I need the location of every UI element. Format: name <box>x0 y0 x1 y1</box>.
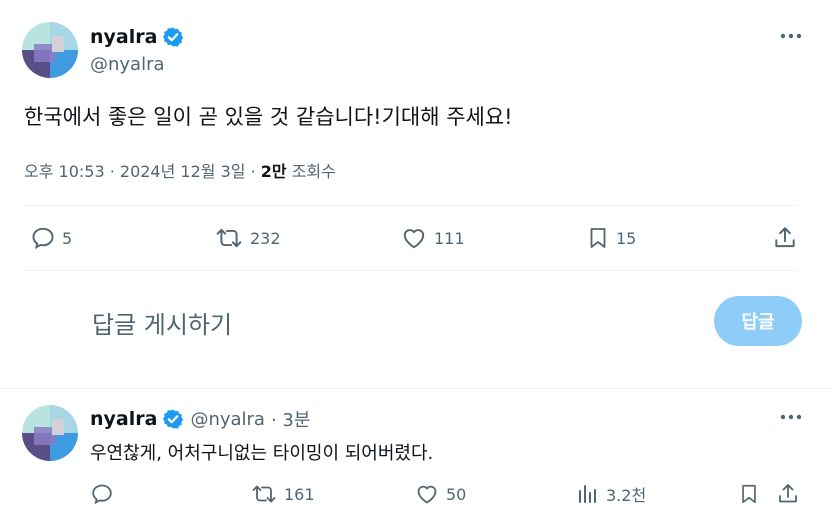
reply-author-handle[interactable]: @nyalra <box>190 409 265 430</box>
reply-button[interactable]: 5 <box>30 225 72 251</box>
reply-icon <box>30 225 56 251</box>
reply-bookmark-button[interactable] <box>738 482 760 506</box>
reply-author-avatar[interactable] <box>22 405 78 461</box>
share-icon <box>776 482 800 506</box>
views-label: 조회수 <box>291 162 336 181</box>
bookmark-icon <box>738 482 760 506</box>
retweet-icon <box>214 225 244 251</box>
reply-icon <box>90 482 114 506</box>
like-count: 111 <box>434 228 465 248</box>
reply-input[interactable]: 답글 게시하기 <box>92 305 232 340</box>
retweet-icon <box>250 482 278 506</box>
divider <box>22 270 798 271</box>
divider <box>22 205 798 206</box>
bookmark-count: 15 <box>616 228 637 248</box>
reply-author-name[interactable]: nyalra <box>90 408 157 430</box>
reply-reply-button[interactable] <box>90 482 114 506</box>
views-count: 2만 <box>260 162 287 181</box>
reply-like-button[interactable]: 50 <box>414 482 466 506</box>
more-icon[interactable] <box>776 405 806 429</box>
reply-submit-button[interactable]: 답글 <box>714 296 802 346</box>
tweet-text: 한국에서 좋은 일이 곧 있을 것 같습니다!기대해 주세요! <box>24 105 513 129</box>
reply-text: 우연찮게, 어처구니없는 타이밍이 되어버렸다. <box>90 443 434 464</box>
meta-separator: · <box>245 162 261 181</box>
bookmark-button[interactable]: 15 <box>586 225 636 251</box>
reply-retweet-count: 161 <box>284 484 315 504</box>
author-name[interactable]: nyalra <box>90 26 157 48</box>
reply-share-button[interactable] <box>776 482 800 506</box>
author-handle[interactable]: @nyalra <box>90 54 165 75</box>
retweet-count: 232 <box>250 228 281 248</box>
like-button[interactable]: 111 <box>400 225 465 251</box>
share-icon <box>772 225 798 251</box>
verified-badge-icon <box>162 26 184 48</box>
retweet-button[interactable]: 232 <box>214 225 281 251</box>
reply-time[interactable]: · 3분 <box>271 406 310 432</box>
bookmark-icon <box>586 225 610 251</box>
reply-header: nyalra @nyalra · 3분 <box>90 406 310 432</box>
share-button[interactable] <box>772 225 798 251</box>
reply-count: 5 <box>62 228 73 248</box>
more-icon[interactable] <box>776 24 806 48</box>
reply-views-button[interactable]: 3.2천 <box>576 482 646 506</box>
reply-views-count: 3.2천 <box>606 486 647 505</box>
heart-icon <box>400 225 428 251</box>
verified-badge-icon <box>162 408 184 430</box>
divider <box>0 388 832 389</box>
heart-icon <box>414 482 440 506</box>
tweet-meta: 오후 10:53 · 2024년 12월 3일 · 2만 조회수 <box>24 158 336 182</box>
reply-retweet-button[interactable]: 161 <box>250 482 315 506</box>
author-name-row: nyalra <box>90 26 184 48</box>
tweet-time[interactable]: 오후 10:53 · 2024년 12월 3일 <box>24 162 245 181</box>
views-icon <box>576 482 600 506</box>
author-avatar[interactable] <box>22 22 78 78</box>
reply-like-count: 50 <box>446 484 467 504</box>
